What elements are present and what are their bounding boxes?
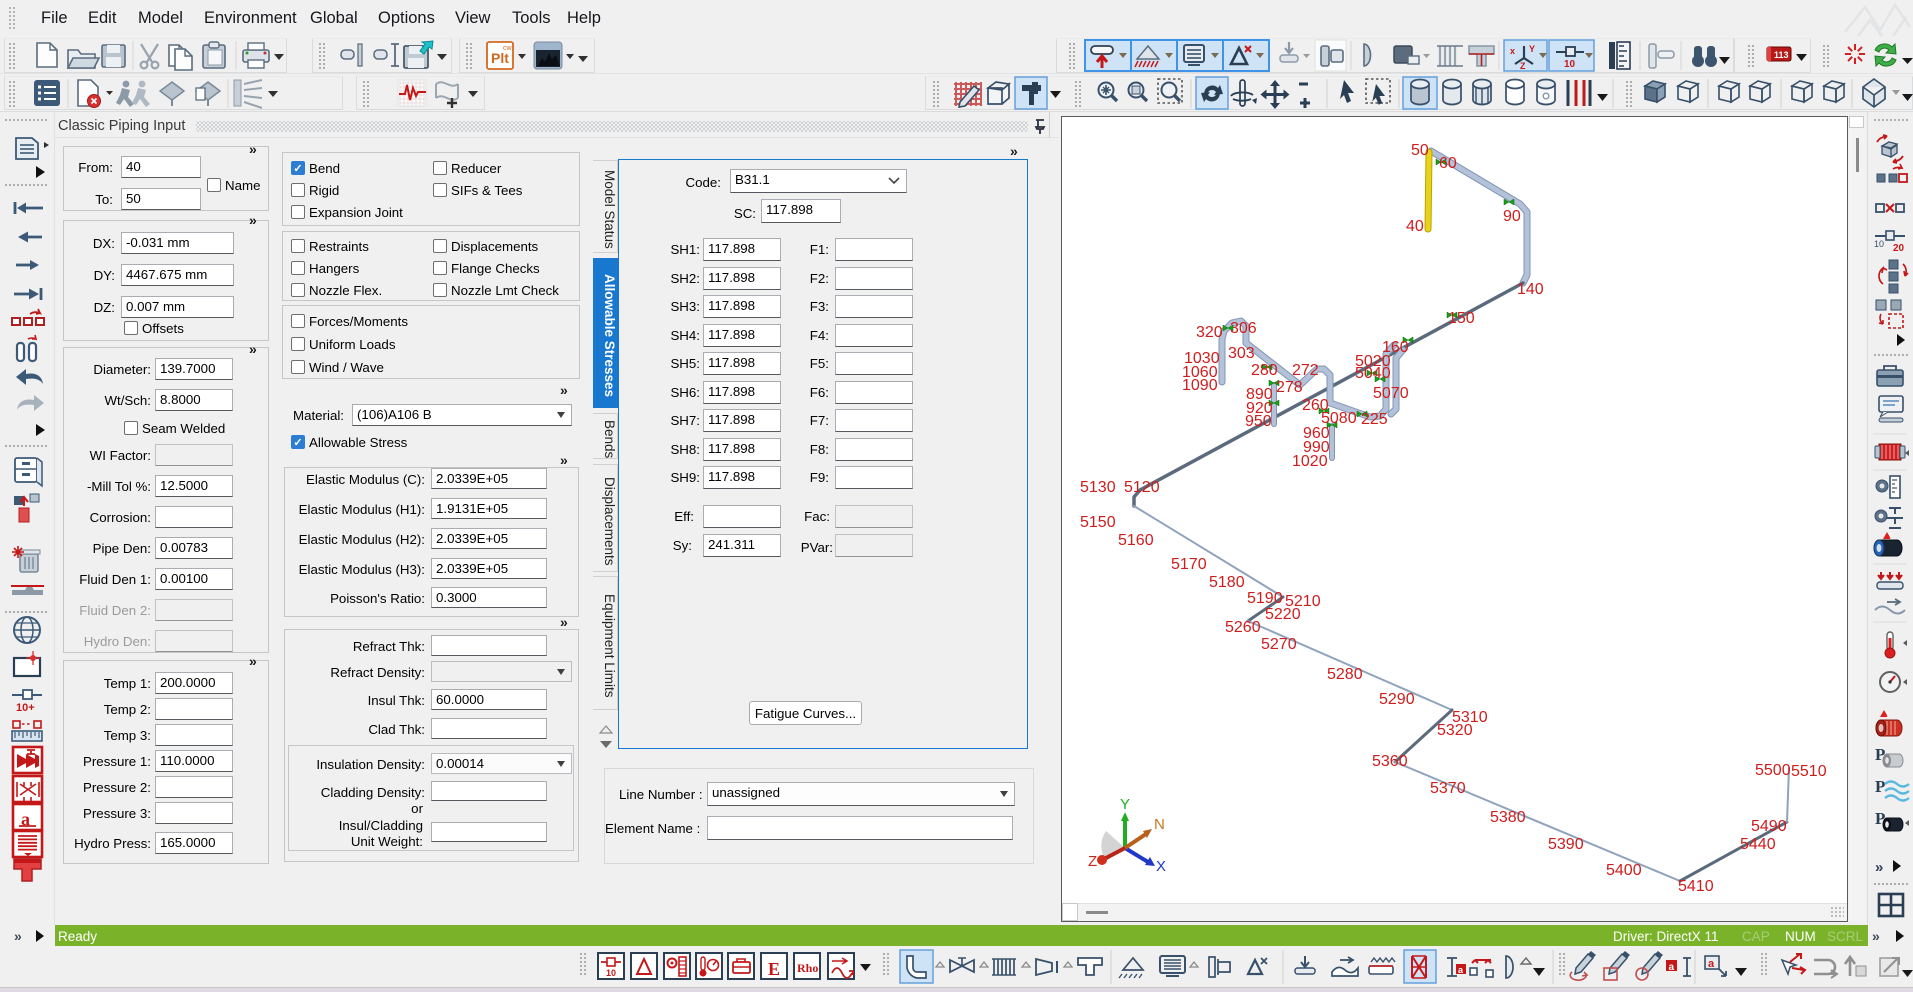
svg-text:!: ! — [1890, 532, 1893, 541]
svg-text:5370: 5370 — [1430, 780, 1466, 797]
svg-text:5190: 5190 — [1247, 590, 1283, 607]
svg-text:5170: 5170 — [1171, 556, 1207, 573]
svg-text:950: 950 — [1245, 413, 1272, 430]
svg-text:N: N — [1154, 816, 1165, 833]
svg-text:60: 60 — [1439, 155, 1457, 172]
svg-text:10: 10 — [1564, 59, 1576, 70]
svg-text:5490: 5490 — [1751, 818, 1787, 835]
svg-text:5130: 5130 — [1080, 479, 1116, 496]
svg-text:X: X — [1156, 858, 1166, 875]
svg-text:5180: 5180 — [1209, 574, 1245, 591]
svg-text:Plt: Plt — [491, 50, 509, 66]
svg-text:5410: 5410 — [1678, 878, 1714, 895]
svg-text:320: 320 — [1196, 324, 1223, 341]
svg-text:272: 272 — [1292, 362, 1319, 379]
svg-text:278: 278 — [1276, 379, 1303, 396]
svg-text:5320: 5320 — [1437, 722, 1473, 739]
svg-text:E: E — [768, 959, 780, 979]
svg-text:1090: 1090 — [1182, 377, 1218, 394]
svg-text:5400: 5400 — [1606, 862, 1642, 879]
svg-text:a: a — [1708, 958, 1715, 970]
svg-text:5070: 5070 — [1373, 385, 1409, 402]
svg-text:5280: 5280 — [1327, 666, 1363, 683]
svg-text:140: 140 — [1517, 281, 1544, 298]
svg-text:5160: 5160 — [1118, 532, 1154, 549]
svg-text:x: x — [1510, 46, 1515, 56]
svg-text:113: 113 — [1774, 50, 1789, 60]
svg-text:225: 225 — [1361, 411, 1388, 428]
svg-text:5390: 5390 — [1548, 836, 1584, 853]
svg-text:5500: 5500 — [1755, 762, 1791, 779]
svg-text:5360: 5360 — [1372, 753, 1408, 770]
svg-text:280: 280 — [1251, 362, 1278, 379]
svg-text:10: 10 — [606, 968, 616, 978]
svg-text:90: 90 — [1503, 208, 1521, 225]
svg-text:1020: 1020 — [1292, 453, 1328, 470]
svg-text:Y: Y — [1529, 44, 1535, 54]
svg-text:306: 306 — [1230, 320, 1257, 337]
svg-text:cw: cw — [503, 45, 513, 52]
svg-text:303: 303 — [1228, 345, 1255, 362]
svg-text:5510: 5510 — [1791, 763, 1827, 780]
svg-text:5440: 5440 — [1740, 836, 1776, 853]
svg-text:P: P — [1875, 777, 1885, 796]
svg-text:5220: 5220 — [1265, 606, 1301, 623]
svg-text:a: a — [1669, 962, 1675, 973]
svg-text:5380: 5380 — [1490, 809, 1526, 826]
svg-text:5120: 5120 — [1124, 479, 1160, 496]
svg-text:5270: 5270 — [1261, 636, 1297, 653]
svg-text:Rho: Rho — [797, 961, 818, 975]
svg-text:40: 40 — [1406, 218, 1424, 235]
svg-text:»: » — [1875, 859, 1883, 876]
svg-text:5260: 5260 — [1225, 619, 1261, 636]
svg-text:5040: 5040 — [1355, 365, 1391, 382]
svg-text:Z: Z — [1088, 853, 1097, 870]
svg-text:5290: 5290 — [1379, 691, 1415, 708]
svg-text:150: 150 — [1448, 310, 1475, 327]
svg-text:50: 50 — [1411, 142, 1429, 159]
svg-text:20: 20 — [1893, 243, 1905, 254]
svg-text:Y: Y — [1120, 796, 1130, 813]
svg-text:!: ! — [1887, 710, 1890, 719]
svg-text:Z: Z — [1520, 61, 1526, 71]
svg-text:5150: 5150 — [1080, 514, 1116, 531]
svg-text:10: 10 — [1874, 239, 1884, 249]
